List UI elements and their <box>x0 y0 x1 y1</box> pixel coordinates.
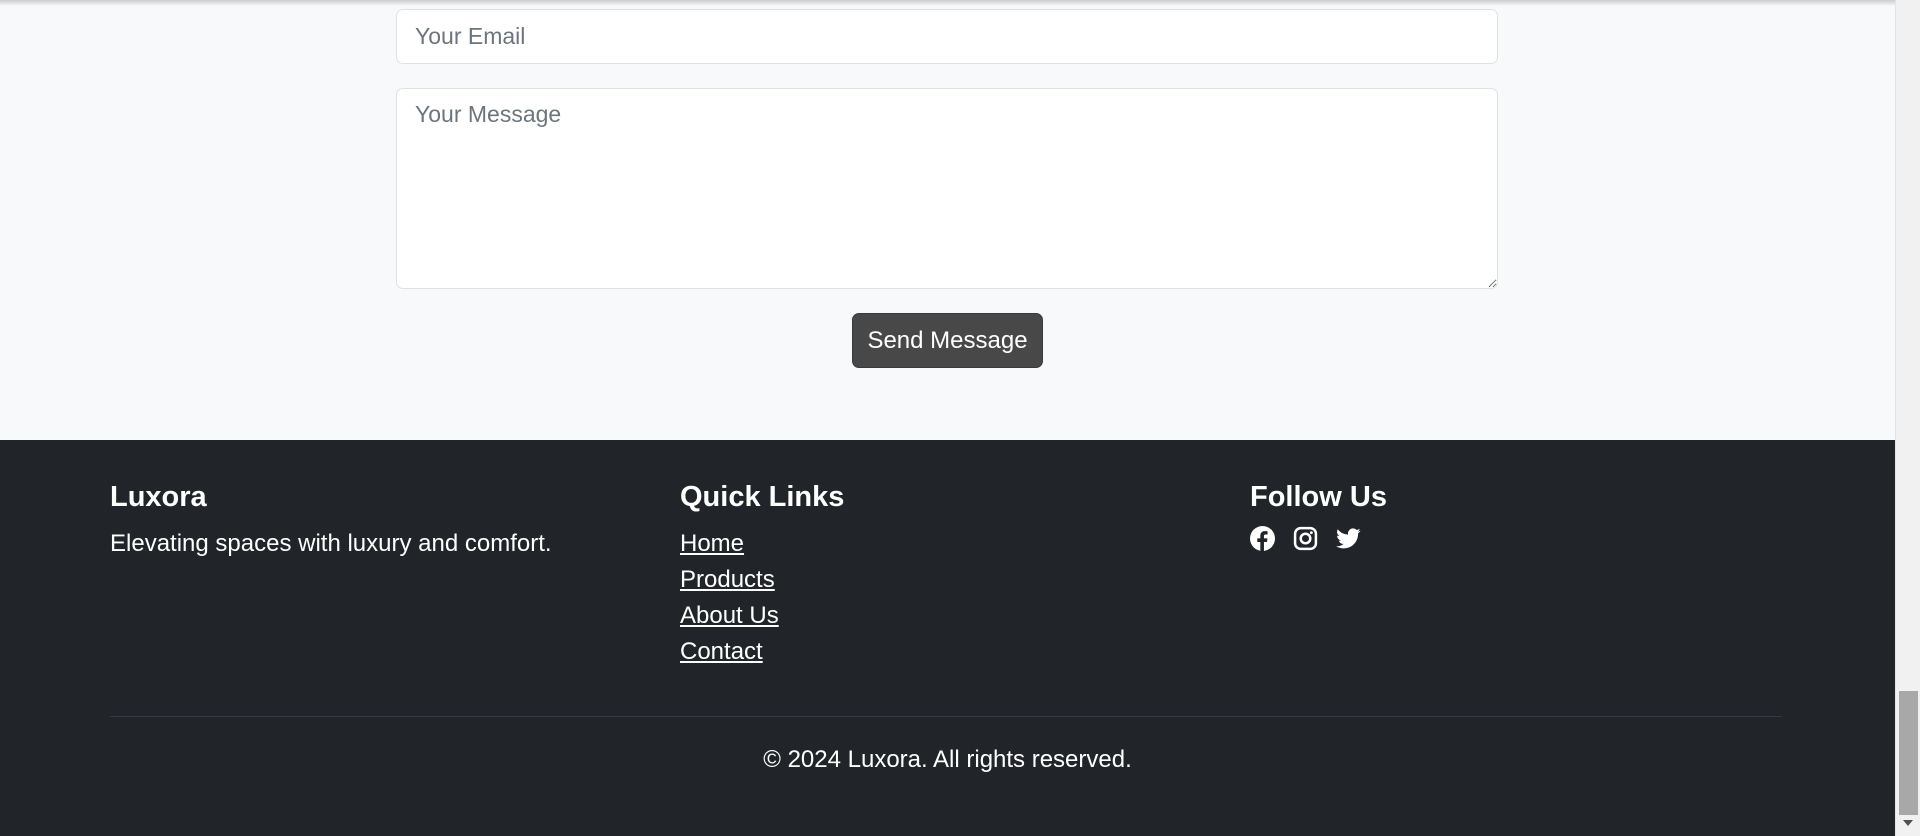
instagram-icon[interactable] <box>1293 526 1318 551</box>
page-scrollbar[interactable] <box>1895 0 1920 836</box>
follow-us-title: Follow Us <box>1250 481 1387 513</box>
footer-link-contact[interactable]: Contact <box>680 638 763 665</box>
scroll-down-arrow-icon[interactable] <box>1903 820 1913 826</box>
footer-link-home[interactable]: Home <box>680 530 744 557</box>
footer-divider <box>110 716 1782 717</box>
social-icons <box>1250 526 1387 551</box>
quick-link-item: Contact <box>680 634 844 670</box>
page: Send Message Luxora Elevating spaces wit… <box>0 0 1895 836</box>
footer-brand: Luxora Elevating spaces with luxury and … <box>110 478 552 562</box>
send-message-button[interactable]: Send Message <box>852 313 1043 368</box>
facebook-icon[interactable] <box>1250 526 1275 551</box>
quick-link-item: Home <box>680 526 844 562</box>
header-shadow <box>0 0 1895 6</box>
quick-links-list: Home Products About Us Contact <box>680 526 844 670</box>
footer-link-products[interactable]: Products <box>680 566 775 593</box>
copyright-text: © 2024 Luxora. All rights reserved. <box>763 746 1132 773</box>
contact-section: Send Message <box>0 0 1895 440</box>
quick-links-title: Quick Links <box>680 481 845 513</box>
footer-brand-title: Luxora <box>110 481 207 513</box>
message-field[interactable] <box>396 88 1498 289</box>
twitter-icon[interactable] <box>1336 526 1361 551</box>
quick-link-item: About Us <box>680 598 844 634</box>
email-field[interactable] <box>396 9 1498 64</box>
footer: Luxora Elevating spaces with luxury and … <box>0 440 1895 836</box>
quick-link-item: Products <box>680 562 844 598</box>
footer-link-about-us[interactable]: About Us <box>680 602 779 629</box>
footer-follow: Follow Us <box>1250 478 1387 551</box>
footer-quick-links: Quick Links Home Products About Us Conta… <box>680 478 844 670</box>
scrollbar-thumb[interactable] <box>1899 691 1918 815</box>
footer-tagline: Elevating spaces with luxury and comfort… <box>110 530 552 557</box>
